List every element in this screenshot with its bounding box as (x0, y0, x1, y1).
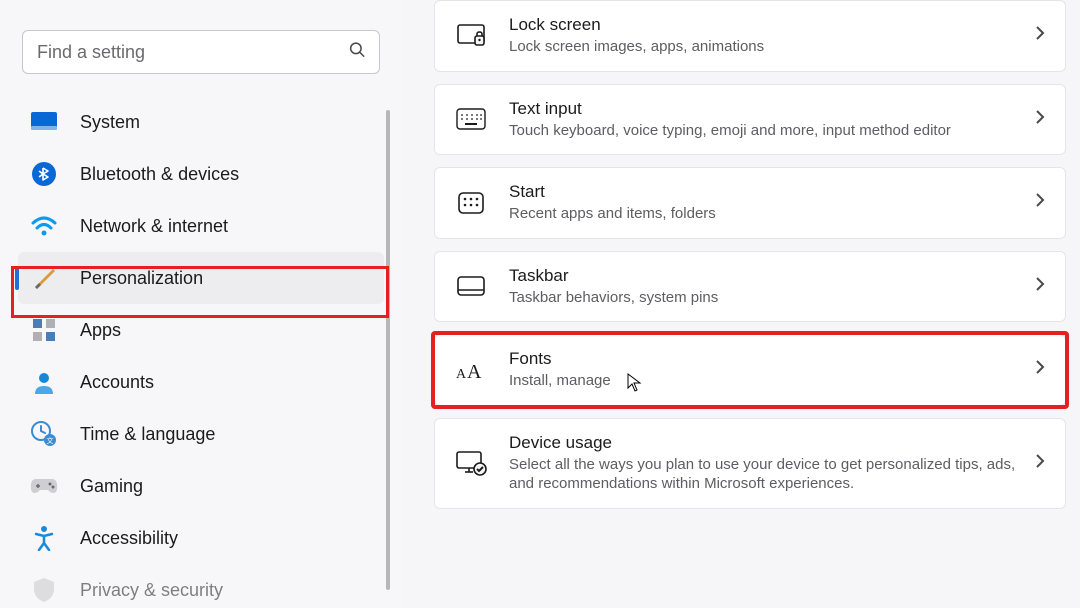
chevron-right-icon (1035, 25, 1045, 46)
card-deviceusage[interactable]: Device usage Select all the ways you pla… (434, 418, 1066, 509)
card-text: Start Recent apps and items, folders (509, 182, 1023, 224)
sidebar: System Bluetooth & devices Network & int… (0, 0, 402, 608)
card-title: Fonts (509, 349, 1023, 369)
sidebar-item-time[interactable]: 文 Time & language (0, 408, 402, 460)
shield-icon (30, 576, 58, 604)
sidebar-item-label: System (80, 112, 140, 133)
card-text: Device usage Select all the ways you pla… (509, 433, 1023, 494)
content: Lock screen Lock screen images, apps, an… (402, 0, 1080, 608)
gaming-icon (30, 472, 58, 500)
chevron-right-icon (1035, 109, 1045, 130)
chevron-right-icon (1035, 359, 1045, 380)
accounts-icon (30, 368, 58, 396)
sidebar-item-label: Accounts (80, 372, 154, 393)
chevron-right-icon (1035, 276, 1045, 297)
sidebar-nav: System Bluetooth & devices Network & int… (0, 96, 402, 608)
card-title: Start (509, 182, 1023, 202)
sidebar-item-label: Accessibility (80, 528, 178, 549)
sidebar-item-gaming[interactable]: Gaming (0, 460, 402, 512)
search-wrap (22, 30, 380, 74)
card-subtitle: Lock screen images, apps, animations (509, 37, 1023, 57)
card-subtitle: Recent apps and items, folders (509, 204, 1023, 224)
sidebar-item-label: Time & language (80, 424, 215, 445)
cursor-pointer (627, 373, 641, 391)
card-lockscreen[interactable]: Lock screen Lock screen images, apps, an… (434, 0, 1066, 72)
chevron-right-icon (1035, 192, 1045, 213)
sidebar-item-privacy[interactable]: Privacy & security (0, 564, 402, 608)
paintbrush-icon (30, 264, 58, 292)
card-text: Text input Touch keyboard, voice typing,… (509, 99, 1023, 141)
bluetooth-icon (30, 160, 58, 188)
sidebar-item-label: Privacy & security (80, 580, 223, 601)
card-title: Taskbar (509, 266, 1023, 286)
accessibility-icon (30, 524, 58, 552)
svg-text:文: 文 (47, 436, 54, 445)
sidebar-item-label: Bluetooth & devices (80, 164, 239, 185)
card-fonts[interactable]: AA Fonts Install, manage (434, 334, 1066, 406)
card-text: Fonts Install, manage (509, 349, 1023, 391)
sidebar-item-label: Personalization (80, 268, 203, 289)
sidebar-item-label: Network & internet (80, 216, 228, 237)
taskbar-icon (455, 270, 487, 302)
sidebar-item-bluetooth[interactable]: Bluetooth & devices (0, 148, 402, 200)
sidebar-item-apps[interactable]: Apps (0, 304, 402, 356)
sidebar-item-label: Gaming (80, 476, 143, 497)
sidebar-item-system[interactable]: System (0, 96, 402, 148)
keyboard-icon (455, 103, 487, 135)
card-subtitle: Touch keyboard, voice typing, emoji and … (509, 121, 1023, 141)
apps-icon (30, 316, 58, 344)
card-text: Lock screen Lock screen images, apps, an… (509, 15, 1023, 57)
lock-screen-icon (455, 20, 487, 52)
system-icon (30, 108, 58, 136)
card-taskbar[interactable]: Taskbar Taskbar behaviors, system pins (434, 251, 1066, 323)
card-subtitle: Taskbar behaviors, system pins (509, 288, 1023, 308)
fonts-icon: AA (455, 354, 487, 386)
settings-app: System Bluetooth & devices Network & int… (0, 0, 1080, 608)
sidebar-item-label: Apps (80, 320, 121, 341)
wifi-icon (30, 212, 58, 240)
sidebar-item-personalization[interactable]: Personalization (18, 252, 384, 304)
sidebar-item-accounts[interactable]: Accounts (0, 356, 402, 408)
card-title: Lock screen (509, 15, 1023, 35)
svg-text:A: A (456, 367, 467, 382)
search-input[interactable] (22, 30, 380, 74)
sidebar-item-accessibility[interactable]: Accessibility (0, 512, 402, 564)
card-text: Taskbar Taskbar behaviors, system pins (509, 266, 1023, 308)
search-icon (348, 41, 366, 64)
start-icon (455, 187, 487, 219)
svg-text:A: A (467, 361, 482, 382)
card-subtitle: Install, manage (509, 371, 1023, 391)
sidebar-scrollbar[interactable] (386, 110, 390, 590)
card-subtitle: Select all the ways you plan to use your… (509, 455, 1023, 494)
card-title: Device usage (509, 433, 1023, 453)
card-textinput[interactable]: Text input Touch keyboard, voice typing,… (434, 84, 1066, 156)
sidebar-item-network[interactable]: Network & internet (0, 200, 402, 252)
card-start[interactable]: Start Recent apps and items, folders (434, 167, 1066, 239)
device-usage-icon (455, 447, 487, 479)
chevron-right-icon (1035, 453, 1045, 474)
time-language-icon: 文 (30, 420, 58, 448)
card-title: Text input (509, 99, 1023, 119)
